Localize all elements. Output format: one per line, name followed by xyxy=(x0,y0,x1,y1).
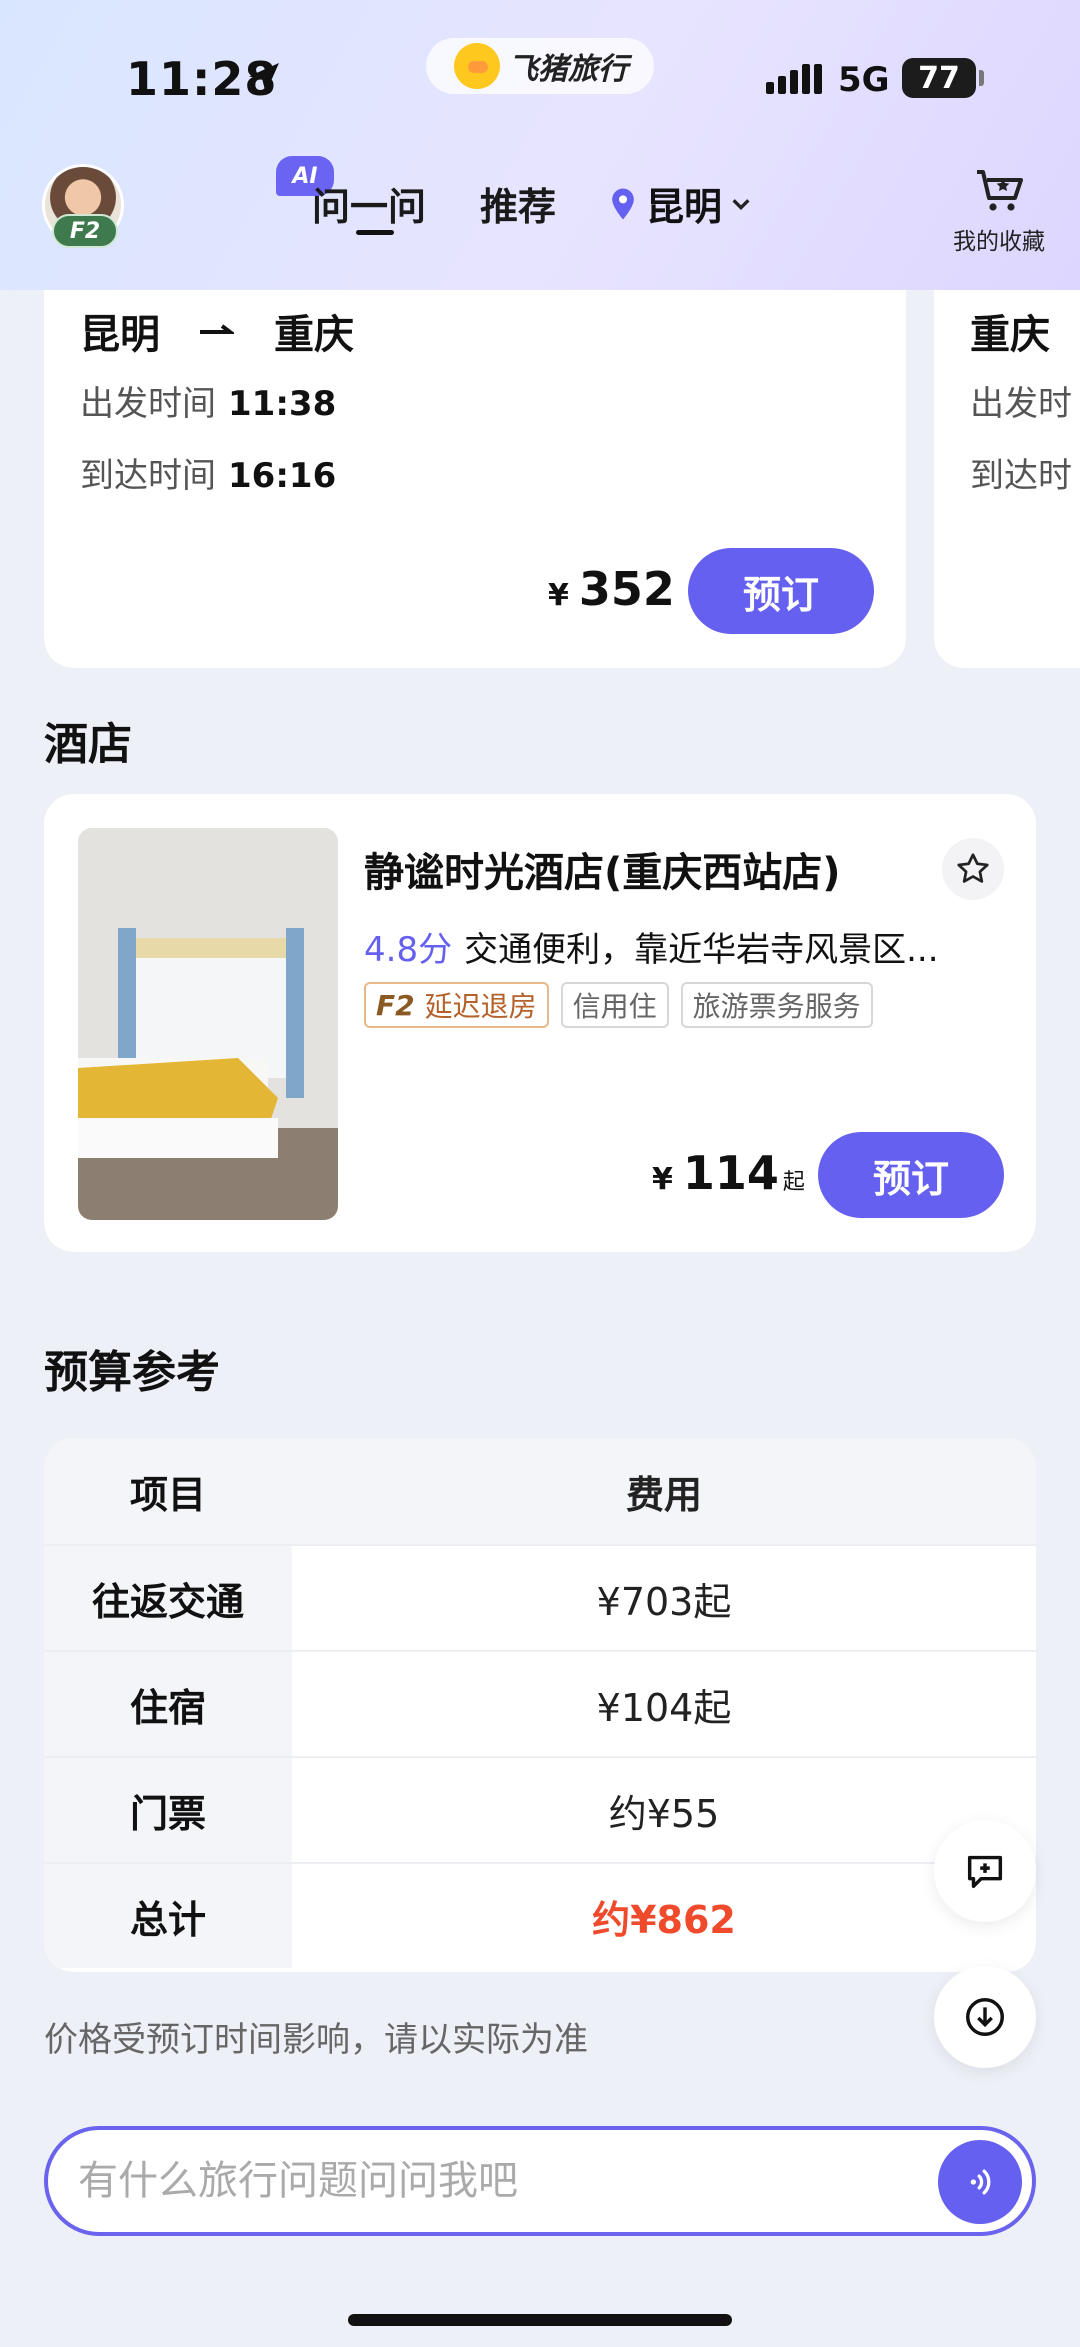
route-to: 重庆 xyxy=(274,312,354,358)
row-cost-total: 约¥862 xyxy=(592,1897,736,1942)
app-pill: 飞猪旅行 xyxy=(426,38,654,94)
location-arrow-icon xyxy=(249,63,279,93)
row-cost: ¥104起 xyxy=(596,1685,732,1730)
table-row-total: 总计 约¥862 xyxy=(44,1862,1036,1968)
arrive-label-next: 到达时 xyxy=(970,456,1072,496)
location-selector[interactable]: 昆明 xyxy=(610,176,752,231)
budget-section-title: 预算参考 xyxy=(44,1347,220,1398)
chat-add-icon xyxy=(967,1855,1003,1889)
depart-row: 出发时间 11:38 xyxy=(80,376,336,425)
fliggy-logo-icon xyxy=(454,43,500,89)
price-value: 114 xyxy=(682,1146,779,1200)
favorite-star-button[interactable] xyxy=(942,838,1004,900)
row-cost: ¥703起 xyxy=(596,1579,732,1624)
table-row: 往返交通 ¥703起 xyxy=(44,1544,1036,1650)
route: 昆明 重庆 xyxy=(80,302,354,360)
voice-button[interactable] xyxy=(938,2140,1022,2224)
table-row: 住宿 ¥104起 xyxy=(44,1650,1036,1756)
home-indicator[interactable] xyxy=(348,2314,732,2326)
hotel-photo xyxy=(78,828,338,1220)
price-note: 价格受预订时间影响，请以实际为准 xyxy=(44,2020,588,2060)
arrive-row: 到达时间 16:16 xyxy=(80,448,336,497)
row-item: 总计 xyxy=(44,1864,292,1968)
tag-credit-stay: 信用住 xyxy=(560,982,669,1028)
tag-prefix: F2 xyxy=(376,988,415,1022)
tab-ask[interactable]: 问一问 xyxy=(312,176,426,231)
hotel-room-image xyxy=(78,828,338,1220)
chevron-down-icon xyxy=(732,198,750,210)
battery-icon: 77 xyxy=(902,58,984,98)
arrive-time: 16:16 xyxy=(228,456,337,496)
trip-book-button[interactable]: 预订 xyxy=(688,548,874,634)
header-cost: 费用 xyxy=(625,1472,702,1517)
tab-recommend[interactable]: 推荐 xyxy=(480,176,556,231)
signal-icon xyxy=(766,64,822,94)
network-type: 5G xyxy=(838,60,890,100)
header: 11:28 飞猪旅行 5G 77 F2 AI 问一问 推荐 昆明 我的收藏 xyxy=(0,0,1080,290)
depart-label-next: 出发时 xyxy=(970,384,1072,424)
tag-label: 延迟退房 xyxy=(424,990,537,1023)
member-level-badge: F2 xyxy=(52,214,118,248)
table-header-row: 项目 费用 xyxy=(44,1438,1036,1544)
star-icon xyxy=(957,853,989,883)
chat-input-bar[interactable] xyxy=(44,2126,1036,2236)
favorites-button[interactable]: 我的收藏 xyxy=(944,164,1054,256)
location-pin-icon xyxy=(612,188,634,219)
scroll-down-button[interactable] xyxy=(934,1966,1036,2068)
route-next: 重庆 xyxy=(970,302,1050,360)
route-next-from: 重庆 xyxy=(970,312,1050,358)
hotel-rating: 4.8分 交通便利，靠近华岩寺风景区... xyxy=(364,922,939,971)
trip-price: ¥ 352 xyxy=(548,562,675,616)
status-bar: 11:28 飞猪旅行 5G 77 xyxy=(0,30,1080,130)
arrow-down-circle-icon xyxy=(966,1998,1004,2036)
favorites-cart-icon xyxy=(977,170,1023,211)
app-name: 飞猪旅行 xyxy=(508,52,628,87)
hotel-book-button[interactable]: 预订 xyxy=(818,1132,1004,1218)
price-suffix: 起 xyxy=(782,1170,805,1195)
favorites-label: 我的收藏 xyxy=(953,229,1045,255)
hotel-price: ¥ 114 起 xyxy=(652,1146,805,1200)
hotel-section-title: 酒店 xyxy=(44,719,132,770)
header-item: 项目 xyxy=(44,1438,292,1544)
chat-input[interactable] xyxy=(78,2148,938,2214)
budget-table: 项目 费用 往返交通 ¥703起 住宿 ¥104起 门票 约¥55 总计 约¥8… xyxy=(44,1438,1036,1972)
depart-time: 11:38 xyxy=(228,384,337,424)
price-value: 352 xyxy=(578,562,675,616)
voice-icon xyxy=(970,2169,991,2195)
transport-card[interactable]: 昆明 重庆 出发时间 11:38 到达时间 16:16 ¥ 352 预订 xyxy=(44,250,906,668)
tag-late-checkout: F2 延迟退房 xyxy=(364,982,549,1028)
hotel-score: 4.8分 xyxy=(364,930,453,970)
row-item: 住宿 xyxy=(44,1652,292,1756)
hotel-tags: F2 延迟退房 信用住 旅游票务服务 xyxy=(364,982,873,1028)
hotel-name: 静谧时光酒店(重庆西站店) xyxy=(364,850,841,896)
arrive-label: 到达时间 xyxy=(80,456,216,496)
active-tab-indicator xyxy=(356,230,394,235)
hotel-card[interactable]: 静谧时光酒店(重庆西站店) 4.8分 交通便利，靠近华岩寺风景区... F2 延迟退… xyxy=(44,794,1036,1252)
depart-label: 出发时间 xyxy=(80,384,216,424)
currency-symbol: ¥ xyxy=(652,1162,673,1197)
page: 昆明 重庆 出发时间 11:38 到达时间 16:16 ¥ 352 预订 重庆 出发… xyxy=(0,0,1080,2347)
arrow-right-icon xyxy=(200,324,234,334)
row-cost: 约¥55 xyxy=(608,1791,720,1836)
table-row: 门票 约¥55 xyxy=(44,1756,1036,1862)
row-item: 往返交通 xyxy=(44,1546,292,1650)
currency-symbol: ¥ xyxy=(548,578,569,613)
battery-level: 77 xyxy=(918,60,960,96)
route-from: 昆明 xyxy=(80,312,160,358)
location-name: 昆明 xyxy=(646,185,723,229)
top-nav: F2 AI 问一问 推荐 昆明 我的收藏 xyxy=(0,150,1080,270)
row-item: 门票 xyxy=(44,1758,292,1862)
tag-ticket-service: 旅游票务服务 xyxy=(680,982,873,1028)
transport-card-next[interactable]: 重庆 出发时 到达时 xyxy=(934,250,1080,668)
new-chat-button[interactable] xyxy=(934,1820,1036,1922)
hotel-desc: 交通便利，靠近华岩寺风景区... xyxy=(464,930,939,970)
